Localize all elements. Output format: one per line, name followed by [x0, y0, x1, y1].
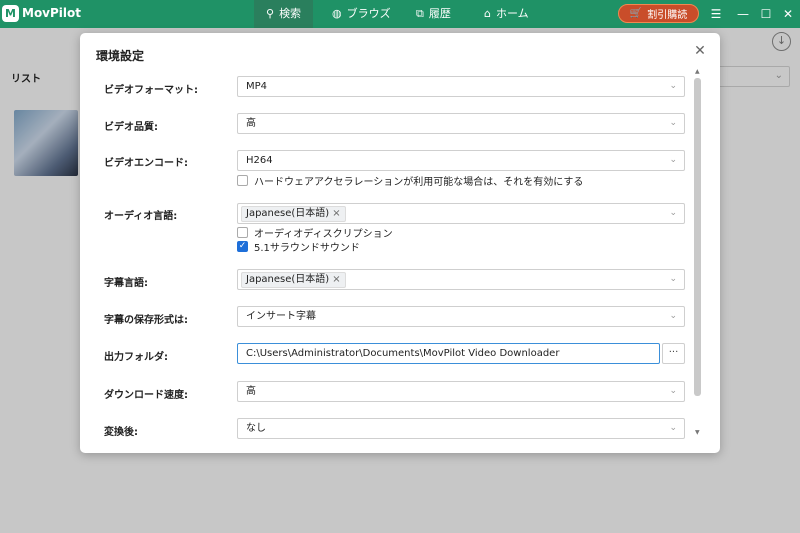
nav-home[interactable]: ⌂ ホーム — [472, 0, 541, 28]
video-codec-label: ビデオエンコード: — [104, 158, 188, 169]
nav-search[interactable]: ⚲ 検索 — [254, 0, 314, 28]
tag-remove-icon[interactable]: × — [332, 208, 340, 219]
dialog-title: 環境設定 — [96, 49, 145, 63]
video-quality-label: ビデオ品質: — [104, 122, 158, 133]
subtitle-format-value: インサート字幕 — [246, 311, 316, 322]
subtitle-language-tag-label: Japanese(日本語) — [246, 274, 330, 285]
subtitle-format-select[interactable]: インサート字幕 ⌄ — [237, 306, 685, 327]
video-format-select[interactable]: MP4 ⌄ — [237, 76, 685, 97]
video-quality-value: 高 — [246, 118, 256, 129]
close-icon[interactable]: ✕ — [691, 42, 709, 60]
globe-icon: ◍ — [332, 7, 342, 20]
preferences-dialog: 環境設定 ✕ ビデオフォーマット: MP4 ⌄ ビデオ品質: 高 ⌄ ビデオエン… — [80, 33, 720, 453]
hw-accel-label: ハードウェアアクセラレーションが利用可能な場合は、それを有効にする — [254, 177, 584, 188]
browse-folder-button[interactable]: ··· — [662, 343, 685, 364]
minimize-icon[interactable]: — — [731, 0, 755, 28]
subtitle-language-label: 字幕言語: — [104, 278, 148, 289]
scroll-down-icon[interactable]: ▼ — [695, 429, 700, 436]
audio-description-label: オーディオディスクリプション — [254, 229, 393, 240]
menu-icon[interactable]: ☰ — [704, 0, 728, 28]
maximize-icon[interactable]: ☐ — [754, 0, 778, 28]
output-folder-input[interactable]: C:\Users\Administrator\Documents\MovPilo… — [237, 343, 660, 364]
window-close-icon[interactable]: ✕ — [776, 0, 800, 28]
nav-search-label: 検索 — [279, 7, 302, 20]
chevron-down-icon: ⌄ — [669, 386, 677, 396]
after-conversion-label: 変換後: — [104, 427, 138, 438]
chevron-down-icon: ⌄ — [669, 118, 677, 128]
subtitle-language-select[interactable]: Japanese(日本語) × ⌄ — [237, 269, 685, 290]
search-icon: ⚲ — [266, 7, 275, 20]
hw-accel-checkbox[interactable] — [237, 175, 248, 186]
discount-label: 割引購読 — [647, 10, 688, 21]
audio-language-tag: Japanese(日本語) × — [241, 206, 346, 222]
output-folder-label: 出力フォルダ: — [104, 352, 168, 363]
after-conversion-value: なし — [246, 423, 266, 434]
nav-history-label: 履歴 — [428, 7, 451, 20]
video-format-value: MP4 — [246, 81, 268, 92]
download-speed-label: ダウンロード速度: — [104, 390, 188, 401]
surround-option[interactable]: ✓ 5.1サラウンドサウンド — [237, 239, 360, 254]
subtitle-language-tag: Japanese(日本語) × — [241, 272, 346, 288]
audio-description-checkbox[interactable] — [237, 227, 248, 238]
scrollbar-thumb[interactable] — [694, 78, 701, 396]
video-quality-select[interactable]: 高 ⌄ — [237, 113, 685, 134]
nav-browse-label: ブラウズ — [346, 7, 391, 20]
audio-language-label: オーディオ言語: — [104, 211, 178, 222]
download-speed-value: 高 — [246, 386, 256, 397]
discount-button[interactable]: 🛒 割引購読 — [618, 4, 699, 23]
audio-language-select[interactable]: Japanese(日本語) × ⌄ — [237, 203, 685, 224]
home-icon: ⌂ — [484, 7, 491, 20]
title-bar: M MovPilot ⚲ 検索 ◍ ブラウズ ⧉ 履歴 ⌂ ホーム 🛒 割引購読… — [0, 0, 800, 28]
nav-history[interactable]: ⧉ 履歴 — [404, 0, 463, 28]
cart-icon: 🛒 — [629, 8, 643, 19]
chevron-down-icon: ⌄ — [669, 208, 677, 218]
audio-description-option[interactable]: オーディオディスクリプション — [237, 225, 393, 240]
hw-accel-option[interactable]: ハードウェアアクセラレーションが利用可能な場合は、それを有効にする — [237, 173, 583, 188]
scroll-up-icon[interactable]: ▲ — [695, 68, 700, 75]
chevron-down-icon: ⌄ — [669, 311, 677, 321]
chevron-down-icon: ⌄ — [669, 274, 677, 284]
nav-home-label: ホーム — [495, 7, 529, 20]
app-name: MovPilot — [22, 6, 82, 20]
history-icon: ⧉ — [416, 7, 424, 20]
chevron-down-icon: ⌄ — [669, 81, 677, 91]
audio-language-tag-label: Japanese(日本語) — [246, 208, 330, 219]
surround-label: 5.1サラウンドサウンド — [254, 243, 360, 254]
download-speed-select[interactable]: 高 ⌄ — [237, 381, 685, 402]
app-logo-icon: M — [2, 5, 19, 22]
nav-browse[interactable]: ◍ ブラウズ — [320, 0, 403, 28]
after-conversion-select[interactable]: なし ⌄ — [237, 418, 685, 439]
video-format-label: ビデオフォーマット: — [104, 85, 198, 96]
dialog-scrollbar[interactable]: ▲ ▼ — [693, 68, 702, 440]
video-codec-select[interactable]: H264 ⌄ — [237, 150, 685, 171]
video-codec-value: H264 — [246, 155, 273, 166]
chevron-down-icon: ⌄ — [669, 155, 677, 165]
chevron-down-icon: ⌄ — [669, 423, 677, 433]
surround-checkbox[interactable]: ✓ — [237, 241, 248, 252]
tag-remove-icon[interactable]: × — [332, 274, 340, 285]
subtitle-format-label: 字幕の保存形式は: — [104, 315, 188, 326]
